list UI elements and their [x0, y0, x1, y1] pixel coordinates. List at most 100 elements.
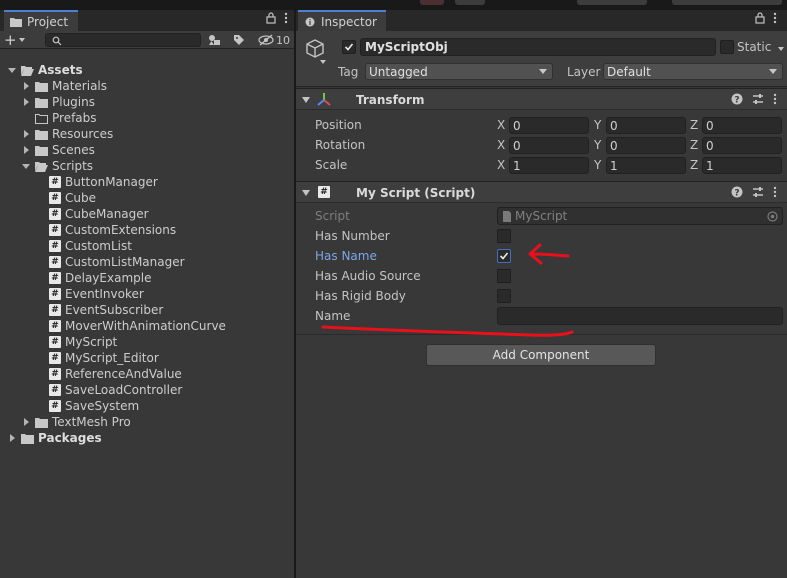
filter-by-type-button[interactable]: [204, 32, 224, 48]
axis-label-x[interactable]: X: [497, 158, 505, 172]
axis-label-x[interactable]: X: [497, 118, 505, 132]
toolbar-button[interactable]: [420, 0, 444, 5]
list-item-script[interactable]: # SaveSystem: [49, 398, 139, 414]
list-item-script[interactable]: # ReferenceAndValue: [49, 366, 182, 382]
list-item-folder[interactable]: Materials: [21, 78, 107, 94]
toolbar-dropdown[interactable]: [672, 0, 782, 5]
list-item-folder[interactable]: TextMesh Pro: [21, 414, 131, 430]
help-icon[interactable]: ?: [731, 186, 743, 198]
tag-dropdown[interactable]: Untagged: [365, 63, 553, 80]
tab-project[interactable]: Project: [4, 10, 78, 31]
list-item-folder[interactable]: Prefabs: [21, 110, 97, 126]
list-item-script[interactable]: # CubeManager: [49, 206, 149, 222]
transform-position-x-field[interactable]: 0: [509, 117, 589, 134]
lock-icon[interactable]: [755, 12, 765, 24]
list-item-script[interactable]: # Cube: [49, 190, 96, 206]
myscript-component-header[interactable]: # My Script (Script) ?: [296, 181, 787, 203]
foldout-arrow-icon[interactable]: [302, 190, 310, 196]
collapsed-arrow-icon[interactable]: [7, 433, 17, 443]
list-item-folder[interactable]: Scenes: [21, 142, 95, 158]
tree-item-label: MoverWithAnimationCurve: [65, 319, 226, 333]
kebab-menu-icon[interactable]: [773, 93, 777, 105]
bool-field-checkbox[interactable]: [497, 289, 511, 303]
list-item-script[interactable]: # CustomList: [49, 238, 132, 254]
checkmark-icon: [499, 252, 509, 260]
transform-rotation-y-field[interactable]: 0: [606, 137, 686, 154]
transform-scale-z-field[interactable]: 1: [702, 157, 782, 174]
static-checkbox[interactable]: [720, 40, 734, 54]
axis-label-x[interactable]: X: [497, 138, 505, 152]
search-input[interactable]: [45, 33, 201, 47]
list-item-script[interactable]: # SaveLoadController: [49, 382, 182, 398]
axis-label-z[interactable]: Z: [690, 118, 698, 132]
list-item-script[interactable]: # ButtonManager: [49, 174, 158, 190]
help-icon[interactable]: ?: [731, 93, 743, 105]
axis-label-y[interactable]: Y: [594, 158, 601, 172]
add-component-label: Add Component: [492, 348, 590, 362]
component-header-icons: ?: [731, 93, 777, 105]
transform-rotation-z-field[interactable]: 0: [702, 137, 782, 154]
bool-field-checkbox[interactable]: [497, 269, 511, 283]
collapsed-arrow-icon[interactable]: [21, 145, 31, 155]
create-button[interactable]: +: [4, 31, 34, 49]
collapsed-arrow-icon[interactable]: [21, 113, 31, 123]
list-item-script[interactable]: # CustomExtensions: [49, 222, 176, 238]
transform-fields: Position X 0 Y 0 Z 0 Rotation X 0 Y 0 Z 0 Scale X 1 Y 1 Z 1: [296, 111, 787, 177]
transform-component-header[interactable]: Transform ?: [296, 88, 787, 110]
object-name-field[interactable]: MyScriptObj: [360, 38, 716, 56]
list-item-script[interactable]: # MoverWithAnimationCurve: [49, 318, 226, 334]
active-checkbox[interactable]: [342, 40, 356, 54]
collapsed-arrow-icon[interactable]: [21, 417, 31, 427]
expanded-arrow-icon[interactable]: [7, 65, 17, 75]
tab-inspector[interactable]: Inspector: [298, 10, 386, 31]
name-input[interactable]: [497, 307, 783, 325]
tree-item-label: Materials: [52, 79, 108, 93]
tree-item-label: Assets: [38, 63, 83, 77]
project-toolbar: + 10: [0, 31, 294, 49]
bool-field-checkbox[interactable]: [497, 229, 511, 243]
hidden-packages-toggle[interactable]: 10: [258, 32, 290, 48]
filter-by-label-button[interactable]: [229, 32, 249, 48]
chevron-down-icon[interactable]: [320, 60, 326, 64]
list-item-script[interactable]: # CustomListManager: [49, 254, 185, 270]
add-component-button[interactable]: Add Component: [426, 344, 656, 366]
collapsed-arrow-icon[interactable]: [21, 129, 31, 139]
csharp-script-icon: #: [49, 256, 61, 268]
axis-label-z[interactable]: Z: [690, 138, 698, 152]
list-item-folder[interactable]: Scripts: [21, 158, 93, 174]
expanded-arrow-icon[interactable]: [21, 161, 31, 171]
kebab-menu-icon[interactable]: [773, 186, 777, 198]
kebab-menu-icon[interactable]: [773, 12, 777, 24]
list-item-script[interactable]: # MyScript_Editor: [49, 350, 159, 366]
list-item-script[interactable]: # MyScript: [49, 334, 117, 350]
list-item-folder[interactable]: Resources: [21, 126, 113, 142]
preset-sliders-icon[interactable]: [752, 186, 764, 198]
axis-label-z[interactable]: Z: [690, 158, 698, 172]
toolbar-button[interactable]: [455, 0, 485, 5]
kebab-menu-icon[interactable]: [284, 12, 288, 24]
transform-scale-y-field[interactable]: 1: [606, 157, 686, 174]
transform-value: 0: [513, 138, 521, 153]
list-item-folder[interactable]: Assets: [7, 62, 83, 78]
toolbar-dropdown[interactable]: [577, 0, 647, 5]
transform-position-y-field[interactable]: 0: [606, 117, 686, 134]
list-item-script[interactable]: # EventInvoker: [49, 286, 144, 302]
axis-label-y[interactable]: Y: [594, 118, 601, 132]
list-item-script[interactable]: # EventSubscriber: [49, 302, 163, 318]
collapsed-arrow-icon[interactable]: [21, 97, 31, 107]
bool-field-checkbox[interactable]: [497, 249, 511, 263]
transform-position-z-field[interactable]: 0: [702, 117, 782, 134]
preset-sliders-icon[interactable]: [752, 93, 764, 105]
lock-icon[interactable]: [266, 12, 276, 24]
list-item-folder[interactable]: Packages: [7, 430, 102, 446]
transform-scale-x-field[interactable]: 1: [509, 157, 589, 174]
axis-label-y[interactable]: Y: [594, 138, 601, 152]
list-item-folder[interactable]: Plugins: [21, 94, 95, 110]
collapsed-arrow-icon[interactable]: [21, 81, 31, 91]
list-item-script[interactable]: # DelayExample: [49, 270, 151, 286]
static-dropdown-arrow[interactable]: [778, 47, 784, 51]
transform-rotation-x-field[interactable]: 0: [509, 137, 589, 154]
foldout-arrow-icon[interactable]: [302, 97, 310, 103]
layer-dropdown[interactable]: Default: [603, 63, 783, 80]
bool-field-label: Has Audio Source: [315, 269, 421, 283]
